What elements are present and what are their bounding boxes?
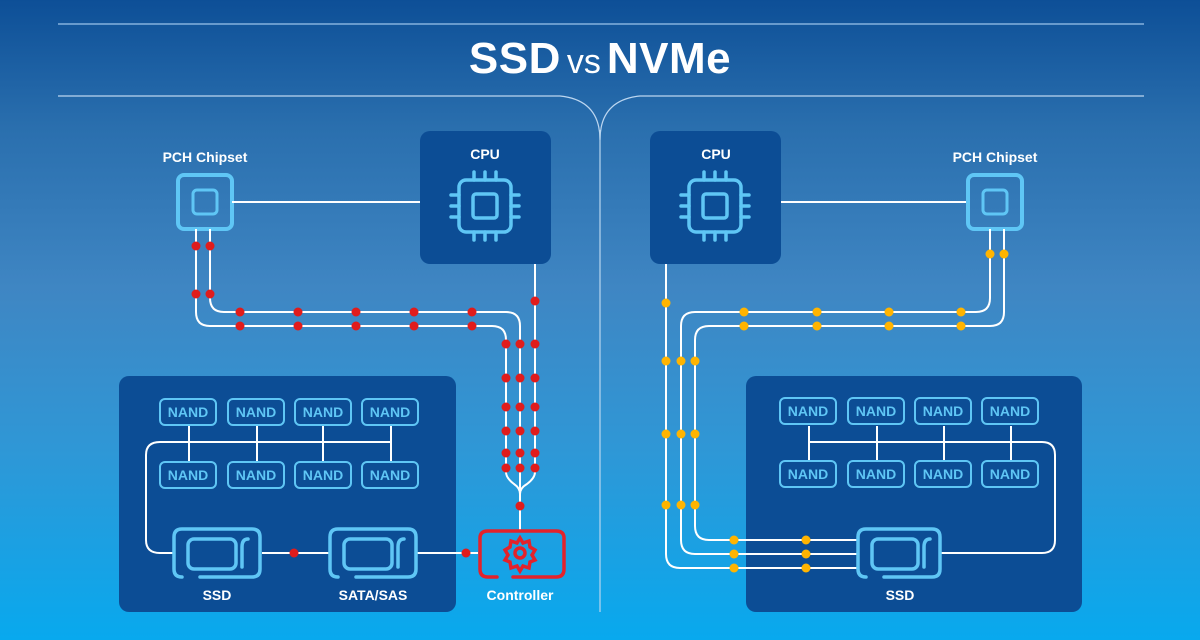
left-nand-chip: NAND [294,398,352,426]
sata-lane-dot [501,426,511,436]
nvme-lane-dot [884,321,894,331]
nvme-lane-dot [884,307,894,317]
diagram-graphics [58,23,1144,612]
nvme-lane-dot [690,500,700,510]
controller-label: Controller [486,587,554,603]
sata-lane-dot [409,321,419,331]
title-primary: SSD [468,34,561,83]
sata-lane-dot [515,448,525,458]
nvme-lane-dot [812,307,822,317]
left-pch-chip-icon [176,173,234,231]
right-pch-chip-icon [966,173,1024,231]
header-divider-curve [58,95,1144,141]
sata-lane-dot [530,402,540,412]
right-nand-chip: NAND [914,397,972,425]
right-ssd-label: SSD [885,587,915,603]
sata-lane-dot [501,402,511,412]
right-nand-chip: NAND [779,397,837,425]
sata-lane-dot [205,241,215,251]
left-ssd-label: SSD [202,587,232,603]
left-nand-chip: NAND [227,461,285,489]
nvme-lane-dot [801,549,811,559]
controller-icon [478,529,566,579]
sata-lane-dot [289,548,299,558]
nvme-lane-dot [739,307,749,317]
right-nand-chip: NAND [779,460,837,488]
sata-lane-dot [530,448,540,458]
nvme-lane-dot [956,321,966,331]
right-nand-chip: NAND [847,460,905,488]
sata-lane-dot [467,307,477,317]
sata-lane-dot [501,448,511,458]
nvme-lane-dot [676,429,686,439]
left-pch-label: PCH Chipset [162,149,248,165]
sata-lane-dot [515,339,525,349]
right-pch-label: PCH Chipset [952,149,1038,165]
sata-lane-dot [515,463,525,473]
right-cpu-label: CPU [701,146,731,162]
right-nand-chip: NAND [914,460,972,488]
nvme-lane-dot [729,563,739,573]
sata-sas-label: SATA/SAS [338,587,408,603]
right-nand-chip: NAND [847,397,905,425]
nvme-lane-dot [739,321,749,331]
sata-lane-dot [351,321,361,331]
sata-lane-dot [515,402,525,412]
left-cpu-label: CPU [470,146,500,162]
right-nand-chip: NAND [981,397,1039,425]
left-nand-chip: NAND [159,398,217,426]
nvme-lane-dot [661,500,671,510]
nvme-lane-dot [729,549,739,559]
sata-lane-dot [515,426,525,436]
sata-lane-dot [530,296,540,306]
nvme-lane-dot [676,500,686,510]
sata-lane-dot [235,307,245,317]
nvme-lane-dot [676,356,686,366]
sata-lane-dot [515,501,525,511]
nvme-lane-dot [801,535,811,545]
nvme-lane-dot [661,356,671,366]
sata-lane-dot [530,463,540,473]
sata-lane-dot [530,339,540,349]
nvme-lane-dot [690,356,700,366]
sata-lane-dot [205,289,215,299]
page-title: SSD vs NVMe [0,34,1200,84]
sata-lane-dot [501,373,511,383]
nvme-lane-dot [812,321,822,331]
sata-lane-dot [515,373,525,383]
nvme-lane-dot [956,307,966,317]
left-nand-chip: NAND [361,461,419,489]
right-nand-chip: NAND [981,460,1039,488]
left-nand-chip: NAND [361,398,419,426]
nvme-lane-dot [661,429,671,439]
nvme-lane-dot [729,535,739,545]
nvme-lane-dot [690,429,700,439]
diagram-canvas: SSD vs NVMe PCH Chipset CPU NAND NAND NAND… [0,0,1200,640]
nvme-lane-dot [801,563,811,573]
nvme-lane-dot [661,298,671,308]
sata-lane-dot [409,307,419,317]
nvme-lane-dot [999,249,1009,259]
sata-lane-dot [467,321,477,331]
sata-lane-dot [293,307,303,317]
nvme-lane-dot [985,249,995,259]
sata-lane-dot [461,548,471,558]
sata-lane-dot [351,307,361,317]
sata-lane-dot [530,373,540,383]
sata-lane-dot [501,463,511,473]
sata-lane-dot [293,321,303,331]
sata-lane-dot [530,426,540,436]
sata-lane-dot [235,321,245,331]
title-secondary: NVMe [606,34,732,83]
title-connector: vs [566,43,601,81]
sata-lane-dot [501,339,511,349]
left-nand-chip: NAND [159,461,217,489]
left-nand-chip: NAND [227,398,285,426]
sata-lane-dot [191,241,201,251]
left-nand-chip: NAND [294,461,352,489]
sata-lane-dot [191,289,201,299]
